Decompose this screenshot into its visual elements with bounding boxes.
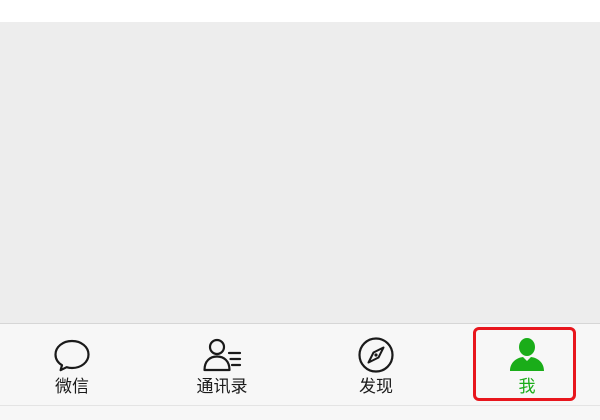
status-bar xyxy=(0,0,600,22)
person-icon xyxy=(507,335,547,375)
compass-icon xyxy=(356,335,396,375)
tab-chats[interactable]: 微信 xyxy=(17,324,127,408)
chat-bubble-icon xyxy=(52,335,92,375)
tab-chats-label: 微信 xyxy=(55,377,89,397)
tab-me[interactable]: 我 xyxy=(472,324,582,408)
tab-discover[interactable]: 发现 xyxy=(321,324,431,408)
main-content-area xyxy=(0,22,600,323)
tab-contacts-label: 通讯录 xyxy=(196,377,248,397)
tab-contacts[interactable]: 通讯录 xyxy=(167,324,277,408)
contacts-icon xyxy=(202,335,242,375)
tab-me-label: 我 xyxy=(518,377,536,397)
bottom-divider xyxy=(0,405,600,406)
tab-discover-label: 发现 xyxy=(359,377,393,397)
